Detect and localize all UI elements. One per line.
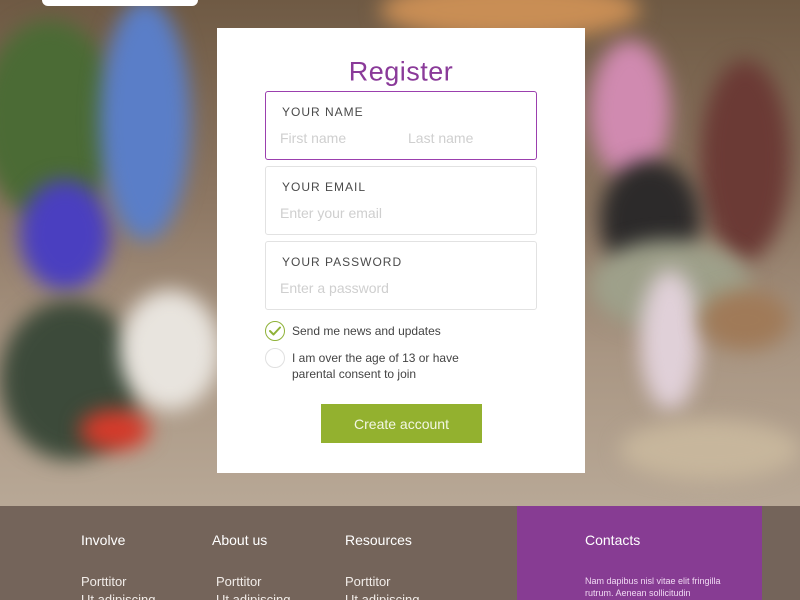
name-field-label: YOUR NAME (282, 105, 364, 119)
age-consent-label: I am over the age of 13 or have parental… (292, 351, 459, 381)
check-icon (269, 326, 281, 336)
age-consent-checkbox[interactable] (265, 348, 285, 368)
email-field-label: YOUR EMAIL (282, 180, 367, 194)
contacts-heading: Contacts (585, 532, 641, 548)
password-input[interactable] (280, 278, 520, 298)
register-card: Register YOUR NAME YOUR EMAIL YOUR PASSW… (217, 28, 585, 473)
footer-link[interactable]: Porttitor (81, 574, 127, 589)
footer: Involve Porttitor Ut adipiscing About us… (0, 506, 800, 600)
create-account-button[interactable]: Create account (321, 404, 482, 443)
password-field-label: YOUR PASSWORD (282, 255, 403, 269)
contacts-text: Nam dapibus nisl vitae elit fringilla ru… (585, 576, 721, 598)
footer-link[interactable]: Ut adipiscing (216, 592, 290, 600)
footer-column-resources: Resources Porttitor Ut adipiscing (345, 532, 419, 600)
footer-link[interactable]: Porttitor (345, 574, 391, 589)
footer-link[interactable]: Ut adipiscing (345, 592, 419, 600)
footer-link[interactable]: Porttitor (216, 574, 262, 589)
footer-heading: About us (212, 532, 268, 548)
top-bar (42, 0, 198, 6)
name-field: YOUR NAME (265, 91, 537, 160)
footer-heading: Resources (345, 532, 412, 548)
page-title: Register (348, 56, 454, 87)
contacts-panel: Contacts Nam dapibus nisl vitae elit fri… (517, 506, 762, 600)
password-field: YOUR PASSWORD (265, 241, 537, 310)
footer-link[interactable]: Ut adipiscing (81, 592, 155, 600)
news-checkbox[interactable] (265, 321, 285, 341)
news-checkbox-row: Send me news and updates (265, 321, 441, 341)
age-checkbox-row: I am over the age of 13 or have parental… (265, 348, 472, 382)
footer-column-involve: Involve Porttitor Ut adipiscing (81, 532, 155, 600)
email-field: YOUR EMAIL (265, 166, 537, 235)
footer-column-about: About us Porttitor Ut adipiscing (212, 532, 290, 600)
first-name-input[interactable] (280, 128, 400, 148)
news-checkbox-label: Send me news and updates (292, 324, 441, 338)
footer-heading: Involve (81, 532, 126, 548)
last-name-input[interactable] (408, 128, 528, 148)
email-input[interactable] (280, 203, 520, 223)
